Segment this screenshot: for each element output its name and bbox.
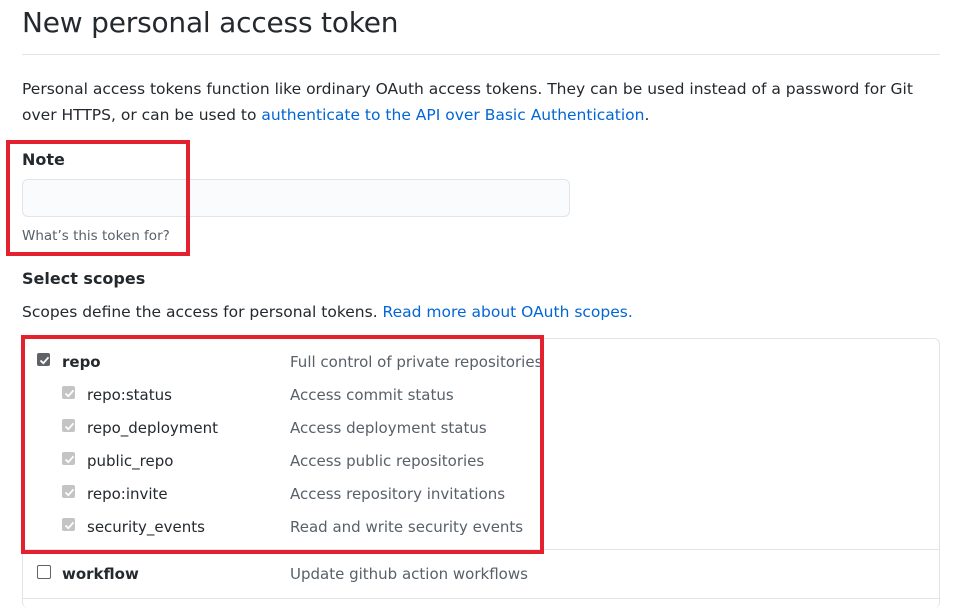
scope-description: Access repository invitations [290,485,506,503]
scope-row-public-repo: public_repo Access public repositories [0,446,956,476]
scope-description: Read and write security events [290,518,524,536]
repo-invite-checkbox[interactable] [62,485,75,498]
note-label: Note [22,150,65,169]
intro-paragraph: Personal access tokens function like ord… [22,76,947,128]
scope-name: repo_deployment [87,419,218,437]
basic-auth-link[interactable]: authenticate to the API over Basic Authe… [261,106,644,124]
checkmark-icon [64,389,75,398]
repo-checkbox[interactable] [37,353,50,366]
checkmark-icon [64,422,75,431]
scope-name: security_events [87,518,205,536]
checkmark-icon [39,356,50,365]
checkmark-icon [64,521,75,530]
note-input[interactable] [22,179,570,217]
checkmark-icon [64,488,75,497]
checkmark-icon [64,455,75,464]
oauth-scopes-link[interactable]: Read more about OAuth scopes. [383,303,633,321]
scope-divider [22,598,940,599]
scope-description: Access public repositories [290,452,485,470]
security-events-checkbox[interactable] [62,518,75,531]
scope-name: repo:invite [87,485,168,503]
scopes-desc-text: Scopes define the access for personal to… [22,303,383,321]
scope-row-workflow: workflow Update github action workflows [0,559,956,589]
title-divider [22,54,940,55]
scope-row-security-events: security_events Read and write security … [0,512,956,542]
scope-description: Access deployment status [290,419,487,437]
scope-name: workflow [62,565,139,583]
repo-status-checkbox[interactable] [62,386,75,399]
repo-deployment-checkbox[interactable] [62,419,75,432]
scope-row-repo: repo Full control of private repositorie… [0,347,956,377]
scope-description: Access commit status [290,386,454,404]
workflow-checkbox[interactable] [37,565,51,579]
scope-description: Full control of private repositories [290,353,543,371]
scope-name: public_repo [87,452,174,470]
select-scopes-heading: Select scopes [22,269,146,288]
scope-row-repo-deployment: repo_deployment Access deployment status [0,413,956,443]
page-title: New personal access token [22,6,399,39]
scope-description: Update github action workflows [290,565,528,583]
scope-row-repo-status: repo:status Access commit status [0,380,956,410]
intro-text-end: . [644,106,650,124]
public-repo-checkbox[interactable] [62,452,75,465]
scope-name: repo:status [87,386,172,404]
scopes-description: Scopes define the access for personal to… [22,300,633,324]
scope-row-repo-invite: repo:invite Access repository invitation… [0,479,956,509]
scope-name: repo [62,353,101,371]
scope-divider [22,549,940,550]
note-hint: What’s this token for? [22,228,170,244]
